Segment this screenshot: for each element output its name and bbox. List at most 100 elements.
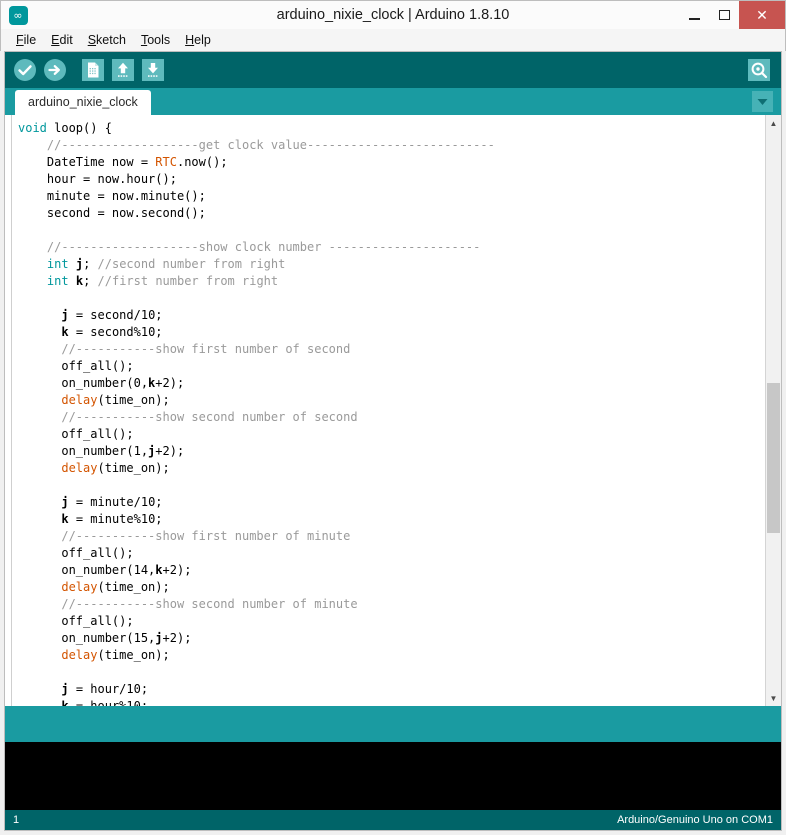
code-token: (time_on); — [97, 461, 170, 475]
code-token: on_number(1, — [18, 444, 149, 458]
code-token: k — [61, 699, 69, 706]
scroll-up-button[interactable]: ▲ — [766, 115, 781, 131]
code-token: on_number(14, — [18, 563, 156, 577]
code-token: minute = now.minute(); — [18, 189, 206, 203]
maximize-icon — [718, 10, 730, 20]
new-document-icon — [82, 59, 104, 81]
code-token: (time_on); — [97, 580, 170, 594]
code-line: j = minute/10; — [18, 494, 765, 511]
code-line: j = second/10; — [18, 307, 765, 324]
menu-file-mnemonic: F — [16, 33, 24, 47]
code-line: k = hour%10; — [18, 698, 765, 706]
menu-bar: File Edit Sketch Tools Help — [0, 29, 786, 51]
code-text[interactable]: void loop() { //-------------------get c… — [12, 115, 765, 706]
window-controls: ✕ — [679, 1, 785, 29]
open-sketch-button[interactable] — [109, 56, 137, 84]
code-token: k — [61, 512, 69, 526]
code-token: = hour/10; — [68, 682, 149, 696]
code-line: delay(time_on); — [18, 579, 765, 596]
code-token: on_number(15, — [18, 631, 156, 645]
code-token: +2); — [155, 376, 185, 390]
console-output[interactable] — [5, 742, 781, 810]
code-line: //-------------------get clock value----… — [18, 137, 765, 154]
menu-item-edit[interactable]: Edit — [44, 32, 81, 48]
menu-file-label: ile — [23, 33, 37, 47]
code-token: off_all(); — [18, 427, 134, 441]
upload-button[interactable] — [41, 56, 69, 84]
status-message-strip — [5, 706, 781, 742]
window-title: arduino_nixie_clock | Arduino 1.8.10 — [276, 7, 510, 23]
menu-item-tools[interactable]: Tools — [134, 32, 178, 48]
tab-menu-button[interactable] — [752, 91, 773, 112]
code-token: //-------------------show clock number -… — [46, 240, 481, 254]
code-token: k — [75, 274, 84, 288]
scroll-track[interactable] — [766, 131, 781, 690]
code-line: int k; //first number from right — [18, 273, 765, 290]
code-token: //-----------show first number of minute — [61, 529, 351, 543]
save-sketch-button[interactable] — [139, 56, 167, 84]
menu-item-file[interactable]: File — [9, 32, 44, 48]
code-line: DateTime now = RTC.now(); — [18, 154, 765, 171]
code-line: delay(time_on); — [18, 392, 765, 409]
code-line: //-----------show second number of secon… — [18, 409, 765, 426]
menu-help-label: elp — [194, 33, 211, 47]
code-line: int j; //second number from right — [18, 256, 765, 273]
code-token: off_all(); — [18, 546, 134, 560]
verify-button[interactable] — [11, 56, 39, 84]
code-token: (time_on); — [97, 648, 170, 662]
code-line: void loop() { — [18, 120, 765, 137]
code-token: delay — [61, 461, 98, 475]
scroll-thumb[interactable] — [767, 382, 780, 534]
menu-item-sketch[interactable]: Sketch — [81, 32, 134, 48]
code-token: //first number from right — [97, 274, 279, 288]
code-line: on_number(0,k+2); — [18, 375, 765, 392]
editor-vertical-scrollbar[interactable]: ▲ ▼ — [765, 115, 781, 706]
code-line: j = hour/10; — [18, 681, 765, 698]
maximize-button[interactable] — [709, 1, 739, 29]
code-token: k — [61, 325, 69, 339]
code-token: = second/10; — [68, 308, 163, 322]
tab-arduino-nixie-clock[interactable]: arduino_nixie_clock — [15, 90, 151, 115]
minimize-button[interactable] — [679, 1, 709, 29]
code-editor[interactable]: void loop() { //-------------------get c… — [5, 115, 781, 706]
new-sketch-button[interactable] — [79, 56, 107, 84]
title-bar: ∞ arduino_nixie_clock | Arduino 1.8.10 ✕ — [0, 0, 786, 29]
tab-bar: arduino_nixie_clock — [5, 88, 781, 115]
code-line: //-----------show second number of minut… — [18, 596, 765, 613]
code-token: int — [46, 274, 69, 288]
code-token: = second%10; — [68, 325, 163, 339]
checkmark-circle-icon — [14, 59, 36, 81]
code-token: j — [61, 308, 69, 322]
code-token: void — [18, 121, 55, 135]
code-line: off_all(); — [18, 426, 765, 443]
code-token: = minute%10; — [68, 512, 163, 526]
menu-item-help[interactable]: Help — [178, 32, 219, 48]
code-token: (time_on); — [97, 393, 170, 407]
code-token: //-----------show second number of secon… — [61, 410, 358, 424]
code-line: //-----------show first number of second — [18, 341, 765, 358]
scroll-down-button[interactable]: ▼ — [766, 690, 781, 706]
close-button[interactable]: ✕ — [739, 1, 785, 29]
code-token: delay — [61, 393, 98, 407]
code-token: j — [61, 495, 69, 509]
app-logo: ∞ — [1, 1, 35, 29]
chevron-down-icon — [757, 98, 768, 105]
toolbar — [5, 52, 781, 88]
code-token: k — [155, 563, 163, 577]
serial-monitor-button[interactable] — [745, 56, 773, 84]
code-token: int — [46, 257, 69, 271]
code-line: on_number(14,k+2); — [18, 562, 765, 579]
